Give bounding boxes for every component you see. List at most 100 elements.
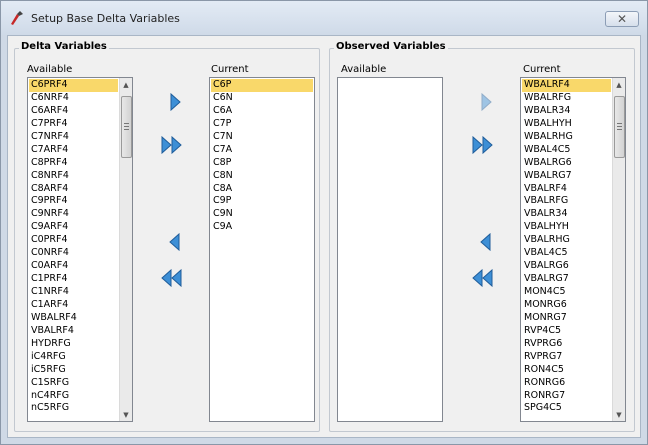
list-item[interactable]: C6PRF4 [29, 79, 118, 92]
list-item[interactable]: C6P [211, 79, 313, 92]
list-item[interactable]: WBAL4C5 [522, 144, 611, 157]
list-item[interactable]: C7N [211, 131, 313, 144]
observed-move-right-button[interactable] [474, 92, 498, 112]
delta-current-list[interactable]: C6P C6N C6A C7P C7N C7A C8P C8N C8A C9P C9N C9A [209, 77, 315, 422]
double-arrow-right-icon [161, 136, 182, 154]
list-item[interactable]: C7PRF4 [29, 118, 118, 131]
delta-available-list[interactable]: C6PRF4 C6NRF4 C6ARF4 C7PRF4 C7NRF4 C7ARF4 C8PR… [27, 77, 133, 422]
observed-move-left-button[interactable] [474, 232, 498, 252]
list-item[interactable]: MONRG6 [522, 299, 611, 312]
list-item[interactable]: SPG4C5 [522, 402, 611, 415]
list-item[interactable]: VBALRG6 [522, 260, 611, 273]
list-item[interactable]: WBALRF4 [29, 312, 118, 325]
double-arrow-left-icon [161, 269, 182, 287]
list-item[interactable]: RVPRG7 [522, 351, 611, 364]
list-item[interactable]: C8N [211, 170, 313, 183]
window-title: Setup Base Delta Variables [31, 12, 180, 25]
arrow-right-icon [481, 93, 492, 111]
delta-move-all-left-button[interactable] [160, 268, 184, 288]
list-item[interactable]: RONRG7 [522, 390, 611, 403]
observed-move-all-left-button[interactable] [471, 268, 495, 288]
list-item[interactable]: nC4RFG [29, 390, 118, 403]
list-item[interactable]: RON4C5 [522, 364, 611, 377]
list-item[interactable]: VBALRFG [522, 195, 611, 208]
list-item[interactable]: HYDRFG [29, 338, 118, 351]
list-item[interactable]: C6ARF4 [29, 105, 118, 118]
list-item[interactable]: VBALHYH [522, 221, 611, 234]
delta-available-scrollbar[interactable]: ▲ ▼ [119, 78, 132, 421]
list-item[interactable]: C7P [211, 118, 313, 131]
list-item[interactable]: C9PRF4 [29, 195, 118, 208]
list-item[interactable]: WBALHYH [522, 118, 611, 131]
scrollbar-thumb[interactable] [121, 96, 132, 158]
list-item[interactable]: C0NRF4 [29, 247, 118, 260]
arrow-right-icon [170, 93, 181, 111]
list-item[interactable]: C8NRF4 [29, 170, 118, 183]
list-item[interactable]: C6NRF4 [29, 92, 118, 105]
list-item[interactable]: C7ARF4 [29, 144, 118, 157]
double-arrow-right-icon [472, 136, 493, 154]
list-item[interactable]: C7A [211, 144, 313, 157]
title-bar[interactable]: Setup Base Delta Variables ✕ [1, 1, 647, 35]
list-item[interactable]: C1PRF4 [29, 273, 118, 286]
list-item[interactable]: MONRG7 [522, 312, 611, 325]
observed-available-list[interactable] [337, 77, 443, 422]
observed-current-list[interactable]: WBALRF4 WBALRFG WBALR34 WBALHYH WBALRHG WBAL4… [520, 77, 626, 422]
list-item[interactable]: C8PRF4 [29, 157, 118, 170]
delta-move-right-button[interactable] [163, 92, 187, 112]
observed-move-all-right-button[interactable] [471, 135, 495, 155]
list-item[interactable]: MON4C5 [522, 286, 611, 299]
delta-move-all-right-button[interactable] [160, 135, 184, 155]
list-item[interactable]: VBALR34 [522, 208, 611, 221]
list-item[interactable]: C8P [211, 157, 313, 170]
list-item[interactable]: RVP4C5 [522, 325, 611, 338]
list-item[interactable]: C9ARF4 [29, 221, 118, 234]
list-item[interactable]: C1SRFG [29, 377, 118, 390]
list-item[interactable]: C8ARF4 [29, 183, 118, 196]
list-item[interactable]: C1NRF4 [29, 286, 118, 299]
double-arrow-left-icon [472, 269, 493, 287]
list-item[interactable]: VBALRHG [522, 234, 611, 247]
delta-current-label: Current [211, 64, 249, 75]
list-item[interactable]: C7NRF4 [29, 131, 118, 144]
list-item[interactable]: WBALRF4 [522, 79, 611, 92]
list-item[interactable]: VBALRG7 [522, 273, 611, 286]
observed-current-scrollbar[interactable]: ▲ ▼ [612, 78, 625, 421]
list-item[interactable]: C8A [211, 183, 313, 196]
app-tool-icon [11, 11, 23, 25]
list-item[interactable]: C1ARF4 [29, 299, 118, 312]
close-button[interactable]: ✕ [605, 11, 639, 27]
list-item[interactable]: WBALRHG [522, 131, 611, 144]
observed-available-label: Available [341, 64, 387, 75]
list-item[interactable]: C6A [211, 105, 313, 118]
list-item[interactable]: RVPRG6 [522, 338, 611, 351]
list-item[interactable]: VBALRF4 [522, 183, 611, 196]
scroll-up-arrow-icon[interactable]: ▲ [120, 78, 132, 91]
list-item[interactable]: VBAL4C5 [522, 247, 611, 260]
scroll-up-arrow-icon[interactable]: ▲ [613, 78, 625, 91]
scroll-down-arrow-icon[interactable]: ▼ [120, 408, 132, 421]
delta-move-left-button[interactable] [163, 232, 187, 252]
arrow-left-icon [480, 233, 491, 251]
scroll-down-arrow-icon[interactable]: ▼ [613, 408, 625, 421]
list-item[interactable]: C9NRF4 [29, 208, 118, 221]
list-item[interactable]: VBALRF4 [29, 325, 118, 338]
list-item[interactable]: WBALRG7 [522, 170, 611, 183]
delta-variables-legend: Delta Variables [19, 41, 109, 52]
list-item[interactable]: WBALRFG [522, 92, 611, 105]
list-item[interactable]: WBALRG6 [522, 157, 611, 170]
list-item[interactable]: C9A [211, 221, 313, 234]
list-item[interactable]: nC5RFG [29, 402, 118, 415]
list-item[interactable]: iC5RFG [29, 364, 118, 377]
scrollbar-thumb[interactable] [614, 96, 625, 158]
list-item[interactable]: C0ARF4 [29, 260, 118, 273]
dialog-window: Setup Base Delta Variables ✕ Delta Varia… [0, 0, 648, 445]
list-item[interactable]: C9P [211, 195, 313, 208]
list-item[interactable]: C9N [211, 208, 313, 221]
list-item[interactable]: C6N [211, 92, 313, 105]
observed-variables-legend: Observed Variables [334, 41, 448, 52]
list-item[interactable]: WBALR34 [522, 105, 611, 118]
list-item[interactable]: RONRG6 [522, 377, 611, 390]
list-item[interactable]: C0PRF4 [29, 234, 118, 247]
list-item[interactable]: iC4RFG [29, 351, 118, 364]
